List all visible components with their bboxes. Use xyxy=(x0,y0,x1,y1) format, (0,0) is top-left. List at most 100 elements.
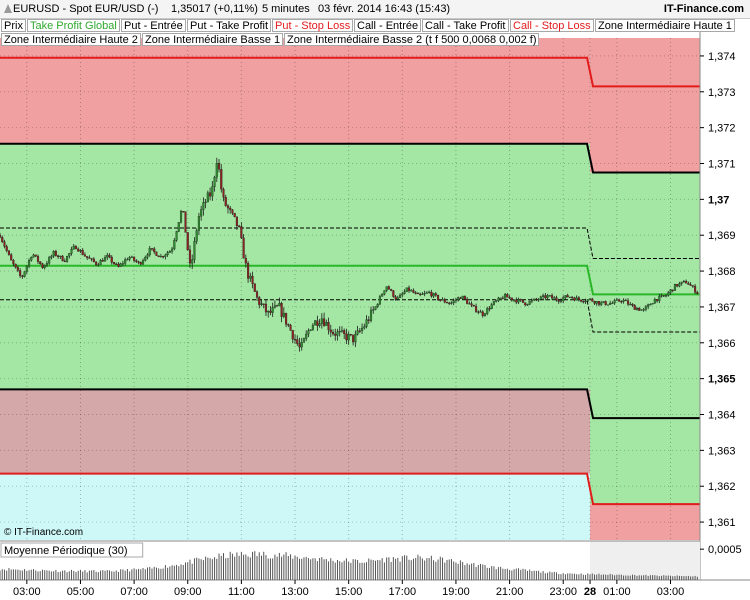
candle-body-177 xyxy=(394,296,397,300)
candle-body-145 xyxy=(323,318,326,326)
legend-row1-item-0[interactable]: Prix xyxy=(1,19,26,32)
candle-body-224 xyxy=(499,297,502,299)
legend-row1-item-1[interactable]: Take Profit Global xyxy=(27,19,120,32)
candle-body-86 xyxy=(191,259,194,264)
candle-body-261 xyxy=(582,301,585,303)
candle-body-253 xyxy=(564,295,567,298)
candle-body-220 xyxy=(490,304,493,310)
candle-body-67 xyxy=(148,248,151,256)
legend-row2-item-1[interactable]: Zone Intermédiaire Basse 1 xyxy=(142,33,284,46)
candle-body-94 xyxy=(209,192,212,197)
candle-body-171 xyxy=(381,293,384,297)
candle-body-206 xyxy=(459,297,462,299)
price-axis[interactable]: 1,374 1,373 1,372 1,371 1,37 1,369 1,368 1,367 1… xyxy=(699,18,750,600)
candle-body-109 xyxy=(242,237,245,259)
candle-body-65 xyxy=(144,257,147,261)
candle-body-258 xyxy=(575,297,578,301)
watermark: © IT-Finance.com xyxy=(4,527,84,538)
legend-row1-item-4[interactable]: Put - Stop Loss xyxy=(272,19,354,32)
candle-body-225 xyxy=(501,297,504,299)
candle-body-124 xyxy=(276,305,279,307)
candle-body-37 xyxy=(81,250,84,255)
candle-body-170 xyxy=(378,296,381,305)
legend-row1-item-8[interactable]: Zone Intermédiaire Haute 1 xyxy=(595,19,735,32)
legend-row2-item-0[interactable]: Zone Intermédiaire Haute 2 xyxy=(1,33,141,46)
candle-body-222 xyxy=(495,300,498,302)
candle-body-187 xyxy=(416,292,419,295)
candle-body-175 xyxy=(390,289,393,291)
legend-row1-item-5[interactable]: Call - Entrée xyxy=(354,19,422,32)
candle-body-72 xyxy=(159,256,162,258)
candle-body-280 xyxy=(624,299,627,301)
legend-row2-item-2[interactable]: Zone Intermédiaire Basse 2 (t f 500 0,00… xyxy=(284,33,540,46)
indicator-label[interactable]: Moyenne Périodique (30) xyxy=(4,545,128,557)
candle-body-307 xyxy=(685,280,688,284)
candle-body-90 xyxy=(200,209,203,217)
candle-body-270 xyxy=(602,301,605,303)
legend-row1-item-7[interactable]: Call - Stop Loss xyxy=(510,19,594,32)
candle-body-119 xyxy=(264,303,268,313)
candle-body-308 xyxy=(687,283,690,285)
candle-body-312 xyxy=(696,292,699,294)
candle-body-25 xyxy=(54,251,57,256)
candle-body-98 xyxy=(217,163,221,170)
chart-window: 1,374 1,373 1,372 1,371 1,37 1,369 1,368 1,367 1… xyxy=(0,0,750,600)
candle-body-247 xyxy=(550,295,554,299)
candle-body-45 xyxy=(99,260,102,265)
candle-body-122 xyxy=(271,307,274,313)
price-tick-label-6: 1,368 xyxy=(708,266,736,278)
candle-body-167 xyxy=(372,309,375,311)
candle-body-305 xyxy=(680,281,683,284)
candle-body-276 xyxy=(615,299,618,301)
candle-body-283 xyxy=(631,303,634,306)
candle-body-151 xyxy=(336,331,339,336)
candle-body-4 xyxy=(7,250,10,255)
candle-body-120 xyxy=(267,310,270,313)
candle-body-255 xyxy=(568,296,571,298)
time-tick-label-0: 03:00 xyxy=(13,586,41,598)
legend-row1-item-2[interactable]: Put - Entrée xyxy=(121,19,186,32)
candle-body-231 xyxy=(515,299,518,303)
candle-body-59 xyxy=(130,256,133,258)
candle-body-246 xyxy=(548,295,551,297)
time-axis[interactable]: 03:00 05:00 07:00 09:00 11:00 13:00 15:00 17:00… xyxy=(0,580,750,600)
candle-body-293 xyxy=(653,299,656,304)
candle-body-156 xyxy=(347,334,350,341)
candle-body-266 xyxy=(593,301,596,304)
legend-row1-item-3[interactable]: Put - Take Profit xyxy=(187,19,272,32)
candle-body-12 xyxy=(25,265,28,272)
candle-body-173 xyxy=(385,286,388,291)
candle-body-28 xyxy=(61,255,64,262)
candle-body-284 xyxy=(633,305,636,310)
title-bar: EURUSD - Spot EUR/USD (-) 1,35017 (+0,11… xyxy=(0,0,750,19)
candle-body-176 xyxy=(392,290,395,297)
candle-body-161 xyxy=(358,330,361,332)
candle-body-83 xyxy=(184,211,187,233)
candle-body-279 xyxy=(622,299,625,302)
candle-body-74 xyxy=(164,254,167,257)
time-tick-label-9: 21:00 xyxy=(496,586,524,598)
candle-body-142 xyxy=(316,320,319,326)
candle-body-133 xyxy=(296,339,299,344)
candle-body-34 xyxy=(74,245,78,250)
candle-body-143 xyxy=(318,323,321,326)
candle-body-148 xyxy=(329,329,332,333)
candle-body-112 xyxy=(249,275,252,279)
candle-body-147 xyxy=(327,322,330,331)
candle-body-310 xyxy=(691,285,694,287)
zone-bottom-after xyxy=(590,504,700,540)
candle-body-38 xyxy=(83,254,86,257)
candle-body-185 xyxy=(412,290,415,293)
candle-body-165 xyxy=(367,319,370,321)
candle-body-125 xyxy=(278,303,281,307)
legend-row1-item-6[interactable]: Call - Take Profit xyxy=(422,19,509,32)
candle-body-168 xyxy=(374,306,377,310)
candle-body-202 xyxy=(450,302,453,304)
candle-body-281 xyxy=(626,300,630,305)
candle-body-51 xyxy=(112,262,116,265)
candle-body-249 xyxy=(555,297,558,301)
candle-body-80 xyxy=(177,222,180,232)
candle-body-186 xyxy=(414,292,417,294)
candle-body-179 xyxy=(399,294,402,298)
candle-body-141 xyxy=(314,320,317,326)
